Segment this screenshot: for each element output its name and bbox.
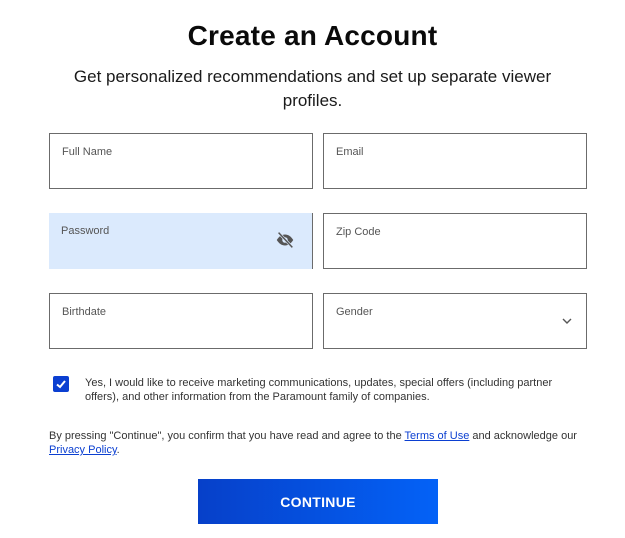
email-label: Email <box>336 146 364 158</box>
gender-select[interactable]: Gender <box>323 293 587 349</box>
marketing-consent-checkbox[interactable] <box>53 376 69 392</box>
full-name-label: Full Name <box>62 146 113 158</box>
legal-text: By pressing "Continue", you confirm that… <box>49 429 589 457</box>
marketing-consent-text: Yes, I would like to receive marketing c… <box>85 377 553 403</box>
legal-prefix: By pressing "Continue", you confirm that… <box>49 430 405 442</box>
terms-of-use-link[interactable]: Terms of Use <box>405 430 470 442</box>
privacy-policy-link[interactable]: Privacy Policy <box>49 444 117 456</box>
chevron-down-icon <box>560 314 574 328</box>
legal-middle: and acknowledge our <box>469 430 577 442</box>
zip-code-label: Zip Code <box>336 226 381 238</box>
legal-suffix: . <box>116 444 120 456</box>
email-field[interactable]: Email <box>323 133 587 189</box>
birthdate-label: Birthdate <box>62 306 107 318</box>
checkmark-icon <box>56 380 66 389</box>
zip-code-field[interactable]: Zip Code <box>323 213 587 269</box>
gender-label: Gender <box>336 306 373 318</box>
page-subtitle: Get personalized recommendations and set… <box>73 67 552 110</box>
eye-slash-icon[interactable] <box>274 229 296 251</box>
continue-button[interactable]: CONTINUE <box>198 479 438 524</box>
page-title: Create an Account <box>187 20 438 51</box>
full-name-field[interactable]: Full Name <box>49 133 313 189</box>
birthdate-field[interactable]: Birthdate <box>49 293 313 349</box>
password-field[interactable]: Password <box>49 213 313 269</box>
password-label: Password <box>61 225 110 237</box>
